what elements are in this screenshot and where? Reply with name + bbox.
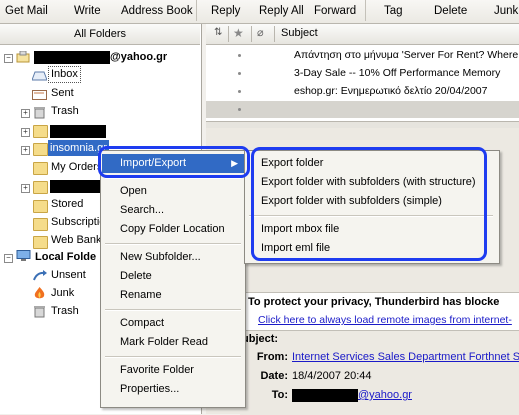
menu-separator — [105, 243, 241, 245]
toolbar-separator — [196, 0, 197, 21]
folder-my-orders[interactable]: My Orders — [51, 158, 102, 176]
folder-icon — [33, 181, 48, 194]
redacted-folder-name[interactable] — [50, 125, 106, 138]
tag-button[interactable]: Tag — [384, 5, 403, 17]
toolbar-separator — [365, 0, 366, 21]
menu-separator — [105, 356, 241, 358]
message-row-selected[interactable] — [206, 101, 519, 118]
trash-icon — [34, 305, 45, 318]
to-value-link[interactable]: @yahoo.gr — [358, 389, 412, 401]
expand-insomnia-toggle[interactable]: + — [21, 146, 30, 155]
privacy-notice-text: To protect your privacy, Thunderbird has… — [248, 296, 500, 308]
folder-stored[interactable]: Stored — [51, 195, 83, 213]
load-remote-images-link[interactable]: Click here to always load remote images … — [258, 314, 512, 326]
open-menu-item[interactable]: Open — [102, 182, 244, 201]
annotation-outline-submenu — [251, 147, 487, 261]
read-status-dot[interactable] — [238, 72, 241, 75]
unsent-icon — [33, 270, 47, 281]
thread-column-icon[interactable]: ⇅ — [214, 27, 222, 38]
inbox-icon — [31, 71, 48, 81]
expand-folder-toggle[interactable]: + — [21, 184, 30, 193]
remote-content-notice: To protect your privacy, Thunderbird has… — [244, 292, 519, 331]
star-column-icon[interactable]: ★ — [233, 26, 244, 40]
address-book-button[interactable]: Address Book — [121, 5, 193, 17]
message-list-header: ⇅ ★ ⌀ Subject — [206, 24, 519, 45]
account-icon — [16, 50, 30, 63]
expand-trash-toggle[interactable]: + — [21, 109, 30, 118]
column-separator — [274, 26, 275, 42]
message-row[interactable]: 3-Day Sale -- 10% Off Performance Memory — [206, 65, 519, 82]
reply-all-button[interactable]: Reply All — [259, 5, 304, 17]
account-email-suffix[interactable]: @yahoo.gr — [110, 48, 167, 66]
subject-label: ubject: — [242, 333, 279, 345]
local-folders-account[interactable]: Local Folde — [35, 248, 96, 266]
message-subject: Απάντηση στο μήνυμα 'Server For Rent? Wh… — [294, 49, 519, 61]
redacted-account-name — [34, 51, 110, 64]
folder-unsent[interactable]: Unsent — [51, 266, 86, 284]
search-menu-item[interactable]: Search... — [102, 201, 244, 220]
folder-icon — [33, 218, 48, 231]
reply-button[interactable]: Reply — [211, 5, 240, 17]
column-separator — [228, 26, 229, 42]
redacted-recipient — [292, 389, 358, 402]
folder-subscriptions[interactable]: Subscriptio — [51, 213, 105, 231]
junk-button[interactable]: Junk — [494, 5, 518, 17]
properties-menu-item[interactable]: Properties... — [102, 380, 244, 399]
compact-menu-item[interactable]: Compact — [102, 314, 244, 333]
folder-junk[interactable]: Junk — [51, 284, 74, 302]
forward-button[interactable]: Forward — [314, 5, 356, 17]
message-subject: 3-Day Sale -- 10% Off Performance Memory — [294, 67, 501, 79]
annotation-outline-import-export — [98, 146, 250, 178]
message-row[interactable]: Απάντηση στο μήνυμα 'Server For Rent? Wh… — [206, 47, 519, 64]
copy-folder-location-menu-item[interactable]: Copy Folder Location — [102, 220, 244, 239]
column-separator — [251, 26, 252, 42]
trash-icon — [34, 106, 45, 119]
write-button[interactable]: Write — [74, 5, 101, 17]
date-label: Date: — [260, 370, 288, 382]
folder-icon — [33, 162, 48, 175]
folder-icon — [33, 143, 48, 156]
read-status-dot[interactable] — [238, 90, 241, 93]
junk-fire-icon — [34, 287, 45, 300]
message-row[interactable]: eshop.gr: Ενημερωτικό δελτίο 20/04/2007 — [206, 83, 519, 100]
folder-icon — [33, 125, 48, 138]
folder-view-label: All Folders — [74, 28, 126, 40]
folder-trash[interactable]: Trash — [51, 102, 79, 120]
subject-column-header[interactable]: Subject — [281, 27, 318, 39]
folder-context-menu: Import/Export ▶ Open Search... Copy Fold… — [100, 150, 246, 408]
mark-folder-read-menu-item[interactable]: Mark Folder Read — [102, 333, 244, 352]
folder-sent[interactable]: Sent — [51, 84, 74, 102]
redacted-folder-name[interactable] — [50, 180, 100, 193]
rename-menu-item[interactable]: Rename — [102, 286, 244, 305]
to-label: To: — [271, 389, 288, 401]
from-label: From: — [256, 351, 288, 363]
read-status-dot[interactable] — [238, 108, 241, 111]
get-mail-button[interactable]: Get Mail — [5, 5, 48, 17]
message-subject: eshop.gr: Ενημερωτικό δελτίο 20/04/2007 — [294, 85, 488, 97]
expand-folder-toggle[interactable]: + — [21, 128, 30, 137]
computer-icon — [16, 250, 31, 262]
collapse-account-toggle[interactable]: − — [4, 54, 13, 63]
folder-inbox[interactable]: Inbox — [48, 66, 81, 83]
folder-icon — [33, 200, 48, 213]
folder-web-bank[interactable]: Web Bank — [51, 231, 102, 249]
read-status-dot[interactable] — [238, 54, 241, 57]
main-toolbar: Get Mail Write Address Book Reply Reply … — [0, 0, 519, 24]
collapse-local-folders-toggle[interactable]: − — [4, 254, 13, 263]
folder-local-trash[interactable]: Trash — [51, 302, 79, 320]
attachment-column-icon[interactable]: ⌀ — [257, 26, 264, 39]
new-subfolder-menu-item[interactable]: New Subfolder... — [102, 248, 244, 267]
delete-button[interactable]: Delete — [434, 5, 467, 17]
folder-pane-header[interactable]: All Folders — [0, 24, 200, 45]
message-list: Απάντηση στο μήνυμα 'Server For Rent? Wh… — [206, 45, 519, 121]
from-value-link[interactable]: Internet Services Sales Department Forth… — [292, 351, 519, 363]
delete-menu-item[interactable]: Delete — [102, 267, 244, 286]
favorite-folder-menu-item[interactable]: Favorite Folder — [102, 361, 244, 380]
sent-icon — [32, 90, 47, 100]
date-value: 18/4/2007 20:44 — [292, 370, 372, 382]
message-headers: ubject: From: Internet Services Sales De… — [240, 330, 519, 415]
menu-separator — [105, 309, 241, 311]
